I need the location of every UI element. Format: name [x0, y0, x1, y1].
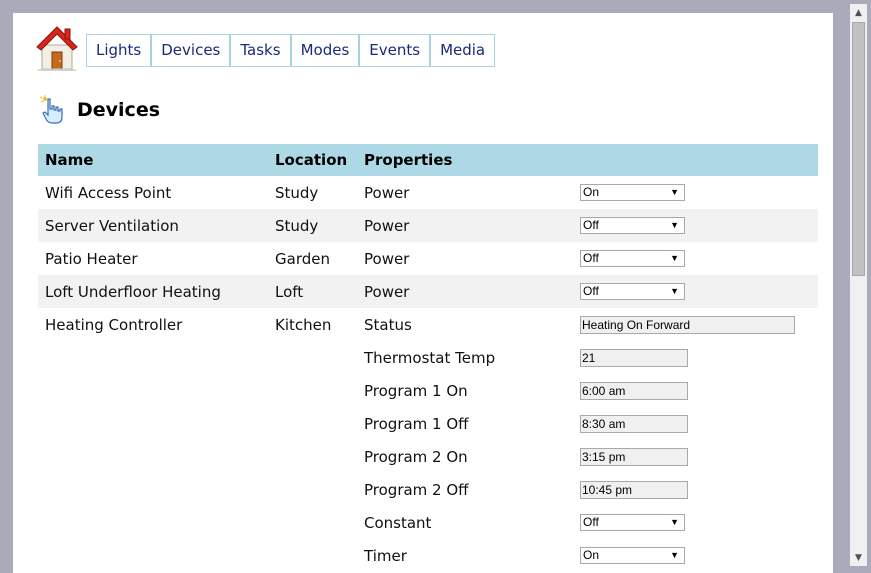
- device-name: Loft Underfloor Heating: [45, 282, 221, 301]
- device-name: Patio Heater: [45, 249, 138, 268]
- device-name: Heating Controller: [45, 315, 183, 334]
- power-select[interactable]: Off ▼: [580, 250, 685, 267]
- property-label: Constant: [364, 513, 432, 532]
- program-2-on-field[interactable]: 3:15 pm: [580, 447, 688, 466]
- page-title: Devices: [77, 99, 161, 121]
- property-label: Timer: [364, 546, 407, 565]
- table-row: Program 2 On 3:15 pm: [38, 440, 818, 473]
- header-properties: Properties: [364, 151, 453, 169]
- table-row: Wifi Access Point Study Power On ▼: [38, 176, 818, 209]
- property-label: Power: [364, 216, 410, 235]
- device-location: Loft: [275, 282, 304, 301]
- scroll-up-arrow-icon[interactable]: ▲: [850, 4, 867, 21]
- nav-devices[interactable]: Devices: [150, 35, 230, 66]
- device-location: Study: [275, 183, 319, 202]
- property-label: Status: [364, 315, 412, 334]
- program-1-on-field[interactable]: 6:00 am: [580, 381, 688, 400]
- table-row: Heating Controller Kitchen Status Heatin…: [38, 308, 818, 341]
- thermostat-temp-field[interactable]: 21: [580, 348, 688, 367]
- header-location: Location: [275, 151, 348, 169]
- page-heading: Devices: [39, 95, 160, 125]
- device-location: Study: [275, 216, 319, 235]
- vertical-scrollbar[interactable]: ▲ ▼: [850, 4, 867, 566]
- table-row: Loft Underfloor Heating Loft Power Off ▼: [38, 275, 818, 308]
- window-top-border: [0, 0, 871, 4]
- page-content: Lights Devices Tasks Modes Events Media …: [13, 13, 833, 573]
- power-select[interactable]: Off ▼: [580, 217, 685, 234]
- constant-select[interactable]: Off ▼: [580, 514, 685, 531]
- property-label: Thermostat Temp: [364, 348, 496, 367]
- program-1-off-field[interactable]: 8:30 am: [580, 414, 688, 433]
- nav-modes[interactable]: Modes: [289, 35, 359, 66]
- property-label: Program 1 On: [364, 381, 468, 400]
- dropdown-arrow-icon: ▼: [670, 517, 679, 527]
- power-select[interactable]: On ▼: [580, 184, 685, 201]
- table-row: Program 1 On 6:00 am: [38, 374, 818, 407]
- dropdown-arrow-icon: ▼: [670, 286, 679, 296]
- status-field[interactable]: Heating On Forward: [580, 315, 795, 334]
- dropdown-arrow-icon: ▼: [670, 187, 679, 197]
- header-name: Name: [45, 151, 94, 169]
- table-row: Patio Heater Garden Power Off ▼: [38, 242, 818, 275]
- property-label: Program 2 On: [364, 447, 468, 466]
- table-row: Timer On ▼: [38, 539, 818, 572]
- property-label: Program 2 Off: [364, 480, 469, 499]
- power-select[interactable]: Off ▼: [580, 283, 685, 300]
- device-name: Server Ventilation: [45, 216, 179, 235]
- nav-tasks[interactable]: Tasks: [229, 35, 290, 66]
- table-row: Thermostat Temp 21: [38, 341, 818, 374]
- main-nav: Lights Devices Tasks Modes Events Media: [86, 34, 496, 67]
- scroll-thumb[interactable]: [852, 22, 865, 276]
- table-header: Name Location Properties: [38, 144, 818, 176]
- table-row: Constant Off ▼: [38, 506, 818, 539]
- property-label: Power: [364, 249, 410, 268]
- table-row: Server Ventilation Study Power Off ▼: [38, 209, 818, 242]
- scroll-down-arrow-icon[interactable]: ▼: [850, 549, 867, 566]
- device-location: Garden: [275, 249, 330, 268]
- devices-table: Name Location Properties Wifi Access Poi…: [38, 144, 818, 572]
- nav-lights[interactable]: Lights: [87, 35, 151, 66]
- dropdown-arrow-icon: ▼: [670, 550, 679, 560]
- property-label: Program 1 Off: [364, 414, 469, 433]
- property-label: Power: [364, 282, 410, 301]
- home-logo-icon[interactable]: [35, 23, 79, 71]
- table-row: Program 1 Off 8:30 am: [38, 407, 818, 440]
- dropdown-arrow-icon: ▼: [670, 253, 679, 263]
- nav-media[interactable]: Media: [429, 35, 495, 66]
- device-name: Wifi Access Point: [45, 183, 172, 202]
- table-row: Program 2 Off 10:45 pm: [38, 473, 818, 506]
- dropdown-arrow-icon: ▼: [670, 220, 679, 230]
- timer-select[interactable]: On ▼: [580, 547, 685, 564]
- program-2-off-field[interactable]: 10:45 pm: [580, 480, 688, 499]
- pointing-hand-icon: [39, 95, 63, 124]
- nav-events[interactable]: Events: [358, 35, 430, 66]
- device-location: Kitchen: [275, 315, 332, 334]
- property-label: Power: [364, 183, 410, 202]
